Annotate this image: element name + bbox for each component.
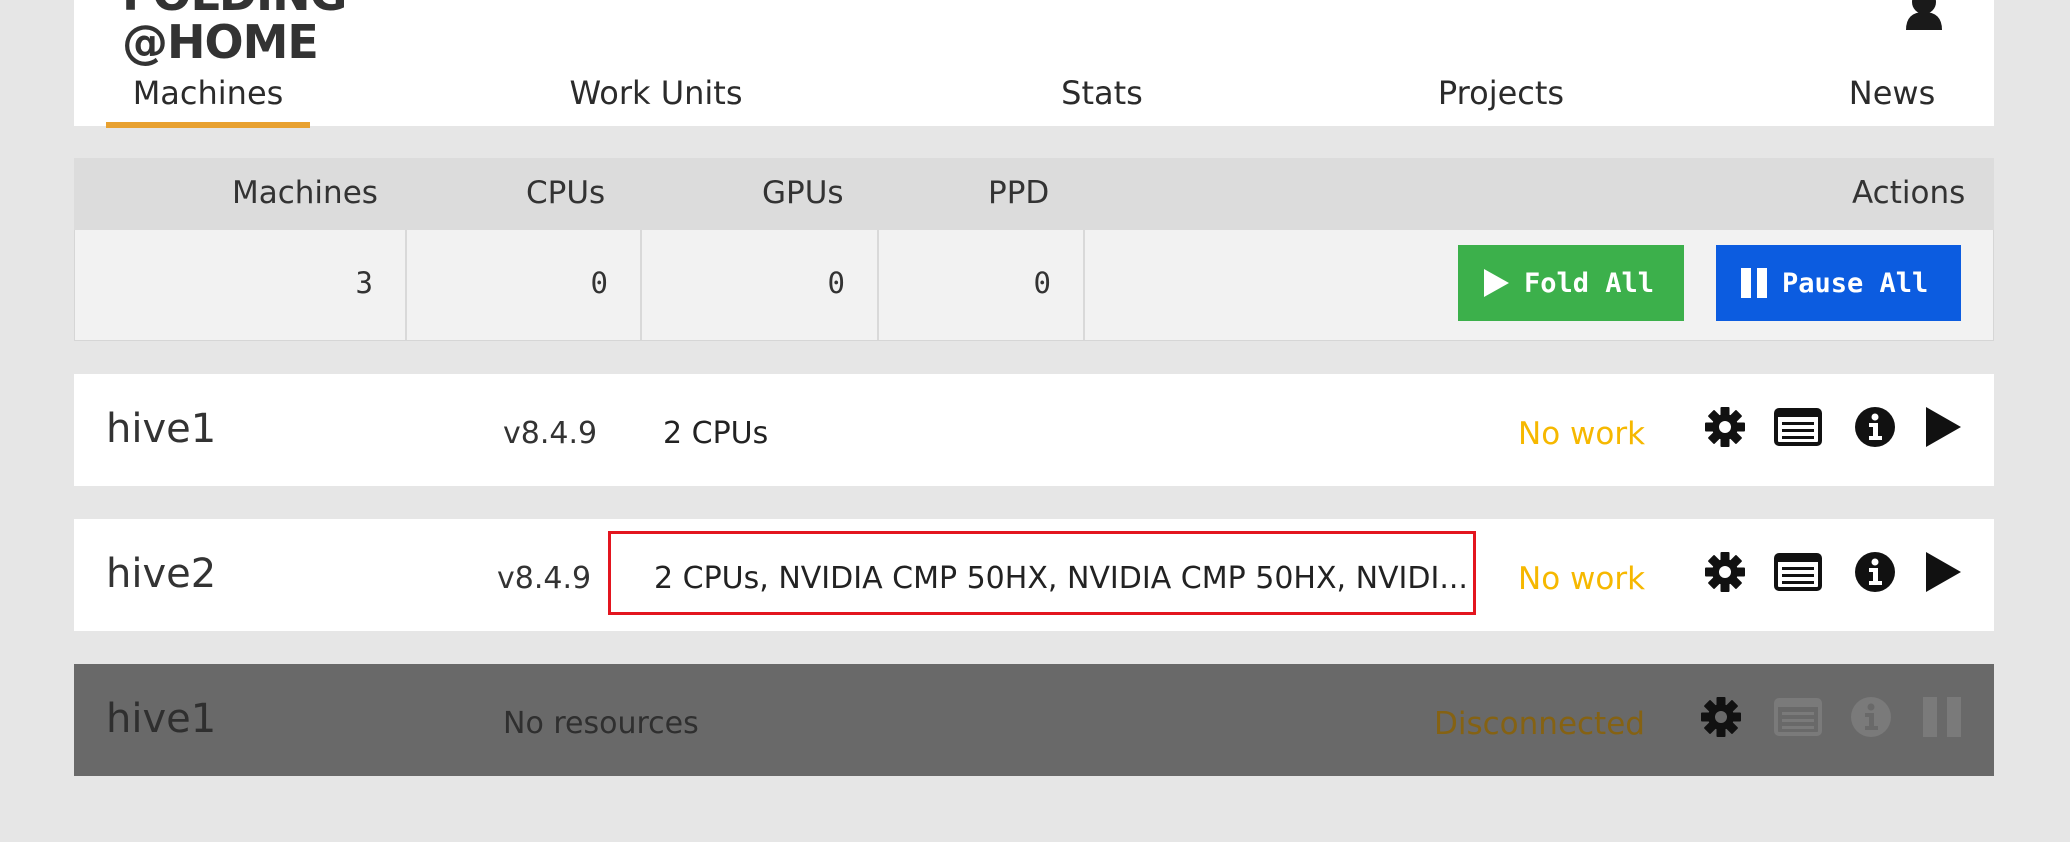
gear-icon[interactable] <box>1704 406 1746 448</box>
machine-resources: 2 CPUs <box>663 416 769 451</box>
machine-status: No work <box>1518 561 1646 597</box>
fold-all-button[interactable]: Fold All <box>1458 245 1684 321</box>
summary-values-row: 3 0 0 0 Fold All Pause All <box>74 230 1994 341</box>
pause-icon <box>1741 268 1767 298</box>
machine-name: hive1 <box>106 406 217 452</box>
log-icon[interactable] <box>1774 553 1822 591</box>
log-icon <box>1774 698 1822 736</box>
machine-name: hive2 <box>106 551 217 597</box>
tab-projects[interactable]: Projects <box>1416 74 1586 122</box>
summary-header-row: Machines CPUs GPUs PPD Actions <box>74 158 1994 230</box>
pause-all-button[interactable]: Pause All <box>1716 245 1961 321</box>
tab-machines[interactable]: Machines <box>106 74 310 128</box>
main-nav: Machines Work Units Stats Projects News <box>74 70 1994 128</box>
value-machines: 3 <box>355 266 373 300</box>
machine-row[interactable]: hive2 v8.4.9 2 CPUs, NVIDIA CMP 50HX, NV… <box>74 519 1994 631</box>
fold-all-label: Fold All <box>1524 267 1655 299</box>
gear-icon[interactable] <box>1704 551 1746 593</box>
tab-stats[interactable]: Stats <box>1042 74 1162 122</box>
tab-news[interactable]: News <box>1842 74 1942 122</box>
machine-version: v8.4.9 <box>497 561 592 596</box>
machine-status: No work <box>1518 416 1646 452</box>
cell-ppd: 0 <box>879 230 1085 340</box>
play-icon[interactable] <box>1924 551 1962 593</box>
summary-table: Machines CPUs GPUs PPD Actions 3 0 0 0 F… <box>74 158 1994 342</box>
cell-cpus: 0 <box>407 230 642 340</box>
machine-name: hive1 <box>106 696 217 742</box>
pause-icon <box>1923 697 1961 737</box>
machine-row[interactable]: hive1 v8.4.9 2 CPUs No work <box>74 374 1994 486</box>
logo[interactable]: FOLDING @HOME <box>122 0 347 69</box>
info-icon[interactable] <box>1854 406 1896 448</box>
machine-version: v8.4.9 <box>503 416 598 451</box>
header-cpus: CPUs <box>526 175 606 211</box>
log-icon[interactable] <box>1774 408 1822 446</box>
header-gpus: GPUs <box>762 175 844 211</box>
header: FOLDING @HOME Machines Work Units Stats … <box>74 0 1994 128</box>
cell-gpus: 0 <box>642 230 879 340</box>
value-gpus: 0 <box>827 266 845 300</box>
value-cpus: 0 <box>590 266 608 300</box>
machine-resources: No resources <box>503 706 699 741</box>
logo-bottom-text: @HOME <box>122 15 319 69</box>
info-icon[interactable] <box>1854 551 1896 593</box>
user-icon[interactable] <box>1902 0 1946 30</box>
play-icon <box>1484 269 1509 297</box>
play-icon[interactable] <box>1924 406 1962 448</box>
info-icon <box>1851 697 1891 737</box>
header-actions: Actions <box>1852 175 1966 211</box>
gear-icon[interactable] <box>1700 696 1742 738</box>
machine-row-disconnected[interactable]: hive1 No resources Disconnected <box>74 664 1994 776</box>
machine-status: Disconnected <box>1434 706 1645 742</box>
tab-work-units[interactable]: Work Units <box>566 74 746 122</box>
header-ppd: PPD <box>988 175 1050 211</box>
value-ppd: 0 <box>1033 266 1051 300</box>
header-machines: Machines <box>232 175 378 211</box>
machine-resources: 2 CPUs, NVIDIA CMP 50HX, NVIDIA CMP 50HX… <box>654 561 1468 596</box>
cell-machines: 3 <box>75 230 407 340</box>
pause-all-label: Pause All <box>1782 267 1929 299</box>
